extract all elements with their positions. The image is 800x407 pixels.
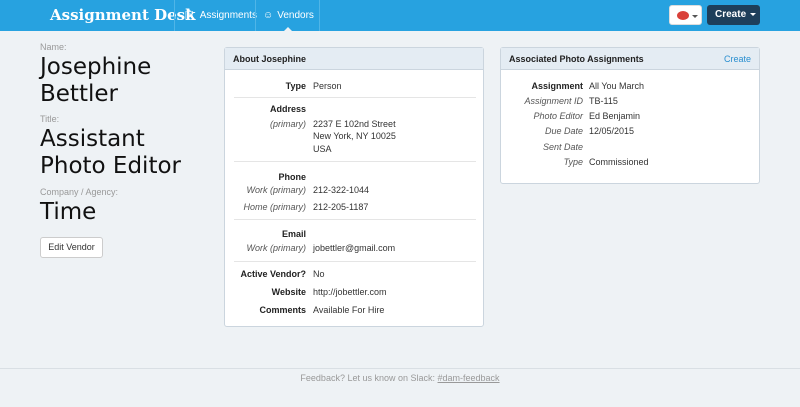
nav-assignments-label: Assignments <box>199 10 257 21</box>
title-label: Title: <box>40 114 60 124</box>
footer-feedback: Feedback? Let us know on Slack: #dam-fee… <box>0 373 800 383</box>
comments-value: Available For Hire <box>313 305 385 315</box>
about-heading-text: About Josephine <box>233 54 307 64</box>
about-panel: About Josephine Type Person Address (pri… <box>224 47 484 327</box>
assignments-heading-text: Associated Photo Assignments <box>509 54 644 64</box>
comments-label: Comments <box>259 305 306 315</box>
phone2-label: Home (primary) <box>243 202 306 212</box>
phone-label: Phone <box>278 172 306 182</box>
assignment-type-label: Type <box>563 157 583 167</box>
nav-assignments[interactable]: 📋︎ Assignments <box>183 0 257 31</box>
nav-vendors-label: Vendors <box>277 10 314 21</box>
vendor-name-first: Josephine <box>40 54 152 80</box>
avatar <box>677 11 689 20</box>
vendor-title-line2: Photo Editor <box>40 153 181 179</box>
assignments-panel-heading: Associated Photo Assignments Create <box>501 48 759 70</box>
photo-editor-value: Ed Benjamin <box>589 111 641 121</box>
divider <box>234 219 476 220</box>
assignment-id-value: TB-115 <box>589 96 618 106</box>
vendor-title-line1: Assistant <box>40 126 145 152</box>
active-nav-indicator <box>283 27 293 32</box>
phone2-value: 212-205-1187 <box>313 202 369 212</box>
create-button-label: Create <box>715 9 747 20</box>
create-button[interactable]: Create <box>707 5 760 25</box>
about-panel-heading: About Josephine <box>225 48 483 70</box>
phone1-label: Work (primary) <box>246 185 307 195</box>
website-label: Website <box>271 287 306 297</box>
slack-feedback-link[interactable]: #dam-feedback <box>438 373 500 383</box>
users-icon: ☺ <box>263 10 274 21</box>
active-vendor-label: Active Vendor? <box>240 269 306 279</box>
nav-divider <box>174 0 175 31</box>
company-label: Company / Agency: <box>40 187 119 197</box>
due-date-value: 12/05/2015 <box>589 126 635 136</box>
name-label: Name: <box>40 42 67 52</box>
assignment-type-value: Commissioned <box>589 157 649 167</box>
address-line3: USA <box>313 144 332 154</box>
type-label: Type <box>285 81 306 91</box>
edit-vendor-button[interactable]: Edit Vendor <box>40 237 103 258</box>
address-line2: New York, NY 10025 <box>313 131 396 141</box>
assignment-label: Assignment <box>531 81 583 91</box>
phone1-value: 212-322-1044 <box>313 185 370 195</box>
chevron-down-icon <box>692 15 698 18</box>
address-label: Address <box>269 104 306 114</box>
address-line1: 2237 E 102nd Street <box>313 119 396 129</box>
assignments-panel: Associated Photo Assignments Create Assi… <box>500 47 760 184</box>
user-menu-button[interactable] <box>669 5 702 25</box>
sent-date-label: Sent Date <box>542 142 583 152</box>
website-link[interactable]: http://jobettler.com <box>313 287 387 297</box>
email-link[interactable]: jobettler@gmail.com <box>313 243 395 253</box>
email1-label: Work (primary) <box>246 243 307 253</box>
divider <box>234 261 476 262</box>
email-label: Email <box>281 229 306 239</box>
nav-divider <box>255 0 256 31</box>
address-sub-label: (primary) <box>270 119 306 129</box>
active-vendor-value: No <box>313 269 325 279</box>
assignment-link[interactable]: All You March <box>589 81 644 91</box>
type-value: Person <box>313 81 342 91</box>
chevron-down-icon <box>750 12 757 16</box>
create-assignment-link[interactable]: Create <box>724 48 751 70</box>
nav-divider <box>319 0 320 31</box>
footer-text: Feedback? Let us know on Slack: <box>300 373 435 383</box>
vendor-name-last: Bettler <box>40 81 118 107</box>
top-navbar: Assignment Desk 📋︎ Assignments ☺ Vendors C… <box>0 0 800 32</box>
vendor-company: Time <box>40 199 97 225</box>
assignment-id-label: Assignment ID <box>524 96 583 106</box>
photo-editor-label: Photo Editor <box>533 111 583 121</box>
divider <box>234 161 476 162</box>
due-date-label: Due Date <box>544 126 583 136</box>
clipboard-icon: 📋︎ <box>183 10 196 21</box>
divider <box>234 97 476 98</box>
